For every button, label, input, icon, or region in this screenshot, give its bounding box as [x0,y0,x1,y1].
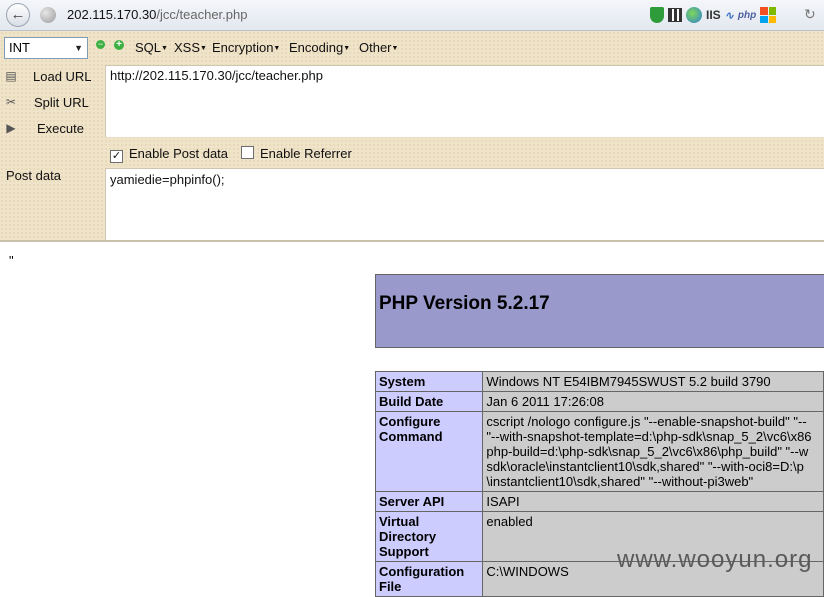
split-url-label: Split URL [34,95,89,110]
row-key: Configuration File [374,561,484,597]
php-icon[interactable]: php [738,10,756,21]
enable-post-label: Enable Post data [129,146,229,161]
php-version-title: PHP Version 5.2.17 [379,293,550,314]
menu-arrow-icon: ▼ [161,45,168,53]
table-row: Build Date Jan 6 2011 17:26:08 [374,391,824,412]
execute-label: Execute [37,121,84,136]
menu-arrow-icon: ▼ [391,45,399,53]
url-field[interactable]: 202.115.170.30/jcc/teacher.php [67,7,247,22]
menu-encryption-label: Encryption [212,40,274,55]
value-line: sdk\oracle\instantclient10\sdk,shared" "… [486,459,804,474]
menu-encoding[interactable]: Encoding▼ [289,40,350,55]
row-key: Virtual Directory Support [374,511,484,562]
load-url-label: Load URL [33,69,92,84]
minus-icon[interactable]: − [96,40,105,49]
type-select-value: INT [9,40,30,55]
value-line: php-build=d:\php-sdk\snap_5_2\vc6\x86\ph… [486,444,809,459]
enable-post-checkbox[interactable]: ✓ Enable Post data [110,146,228,163]
table-row: Server API ISAPI [374,491,824,512]
shield-icon[interactable] [650,7,664,23]
row-value: ISAPI [482,491,824,512]
menu-sql-label: SQL [135,40,162,55]
php-header: PHP Version 5.2.17 [375,274,824,348]
load-url-icon: ▤ [5,69,17,83]
row-key: Build Date [374,391,484,412]
value-line: "--with-snapshot-template=d:\php-sdk\sna… [486,429,812,444]
menu-xss[interactable]: XSS▼ [174,40,207,55]
url-path: /jcc/teacher.php [156,7,248,22]
type-select[interactable]: INT ▼ [4,37,88,59]
row-value: Windows NT E54IBM7945SWUST 5.2 build 379… [482,371,824,392]
split-url-button[interactable]: ✂ Split URL [0,91,100,115]
checkbox-unchecked-icon [241,146,254,159]
row-key: System [374,371,484,392]
row-key: Server API [374,491,484,512]
menu-xss-label: XSS [174,40,201,55]
menu-sql[interactable]: SQL▼ [135,40,168,55]
back-arrow-icon[interactable]: ← [6,3,30,27]
play-icon: ▶ [6,121,16,135]
row-key: Configure Command [374,411,484,492]
execute-button[interactable]: ▶ Execute [0,117,100,141]
row-value: Jan 6 2011 17:26:08 [482,391,824,412]
menu-other-label: Other [359,40,392,55]
load-url-button[interactable]: ▤ Load URL [0,65,100,89]
menu-arrow-icon: ▼ [343,45,351,53]
nn-icon[interactable]: ∿ [725,9,734,22]
post-data-textarea[interactable]: yamiedie=phpinfo(); [105,168,824,240]
panel-divider[interactable] [0,240,824,242]
hackbar-panel: INT ▼ − + SQL▼ XSS▼ Encryption▼ Encoding▼… [0,31,824,240]
addon-toolbar: IIS ∿ php [650,6,777,24]
earth-icon[interactable] [686,7,702,23]
scissors-icon: ✂ [5,95,17,109]
iis-icon[interactable]: IIS [706,8,721,22]
table-row: Configure Command cscript /nologo config… [374,411,824,492]
row-value: cscript /nologo configure.js "--enable-s… [482,411,824,492]
menu-encoding-label: Encoding [289,40,344,55]
globe-icon [40,7,56,23]
chevron-down-icon: ▼ [74,43,83,53]
url-textarea[interactable]: http://202.115.170.30/jcc/teacher.php [105,65,824,137]
table-row: System Windows NT E54IBM7945SWUST 5.2 bu… [374,371,824,392]
menu-other[interactable]: Other▼ [359,40,398,55]
watermark: www.wooyun.org [617,546,813,573]
address-bar: ← 202.115.170.30/jcc/teacher.php IIS ∿ p… [0,0,824,31]
windows-icon[interactable] [760,7,777,23]
reload-icon[interactable]: ↻ [804,6,816,23]
value-line: \instantclient10\sdk,shared" "--without-… [486,474,754,489]
stray-text: " [9,253,14,268]
menu-arrow-icon: ▼ [273,45,281,53]
post-data-label: Post data [6,168,61,183]
enable-referrer-label: Enable Referrer [260,146,352,161]
url-host: 202.115.170.30 [67,7,157,22]
qrcode-icon[interactable] [668,8,682,22]
plus-icon[interactable]: + [114,40,124,50]
enable-referrer-checkbox[interactable]: Enable Referrer [241,146,352,161]
value-line: cscript /nologo configure.js "--enable-s… [486,414,807,429]
menu-encryption[interactable]: Encryption▼ [212,40,280,55]
checkbox-checked-icon: ✓ [110,150,123,163]
menu-arrow-icon: ▼ [200,45,207,53]
